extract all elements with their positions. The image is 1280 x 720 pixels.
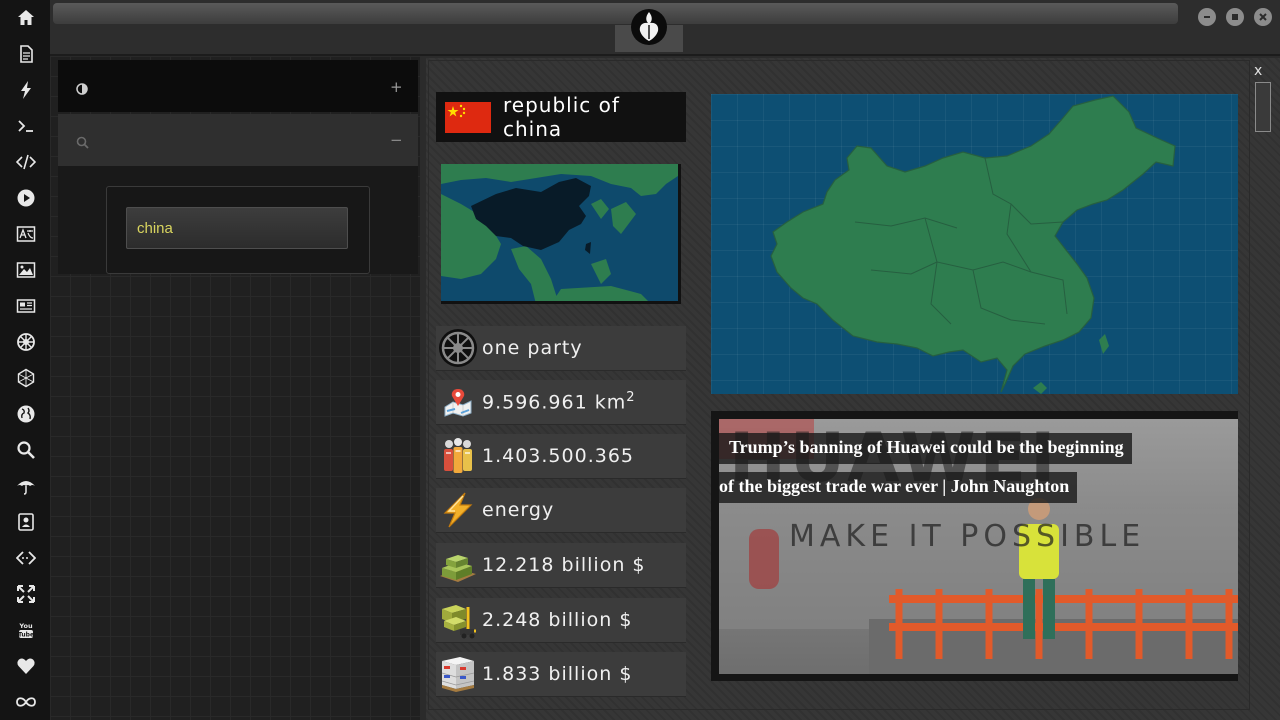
imports-text: 1.833 billion $ [482, 663, 633, 685]
translate-icon[interactable] [13, 223, 39, 245]
play-icon[interactable] [13, 187, 39, 209]
news-headline-line1[interactable]: Trump’s banning of Huawei could be the b… [719, 433, 1132, 464]
china-flag-icon [445, 101, 491, 133]
search-icon[interactable] [13, 439, 39, 461]
population-icon [436, 434, 480, 478]
title-bar[interactable] [53, 3, 1178, 24]
umbrella-icon[interactable] [13, 475, 39, 497]
icon-sidebar: You Tube [0, 0, 50, 720]
news-bg-slogan: MAKE IT POSSIBLE [789, 519, 1146, 554]
svg-text:Tube: Tube [18, 631, 34, 638]
expand-button[interactable]: + [390, 78, 403, 96]
rebel-alliance-logo-icon[interactable] [630, 8, 668, 46]
contacts-icon[interactable] [13, 511, 39, 533]
terminal-icon[interactable] [13, 115, 39, 137]
news-headline-line2[interactable]: of the biggest trade war ever | John Nau… [719, 472, 1078, 503]
gdp-row: 12.218 billion $ [436, 543, 686, 588]
energy-row: energy [436, 488, 686, 533]
imports-row: 1.833 billion $ [436, 652, 686, 697]
energy-bolt-icon [436, 488, 480, 532]
country-search-input[interactable] [126, 207, 348, 249]
close-detail-button[interactable]: x [1254, 63, 1262, 79]
contrast-icon[interactable] [76, 80, 88, 99]
population-text: 1.403.500.365 [482, 445, 635, 467]
country-map[interactable] [711, 94, 1238, 394]
home-icon[interactable] [13, 7, 39, 29]
country-name: republic of china [503, 93, 620, 141]
close-button[interactable] [1254, 8, 1272, 26]
youtube-icon[interactable]: You Tube [13, 619, 39, 641]
empire-emblem-icon [436, 326, 480, 370]
maximize-button[interactable] [1226, 8, 1244, 26]
document-icon[interactable] [13, 43, 39, 65]
search-icon[interactable] [76, 134, 89, 153]
population-row: 1.403.500.365 [436, 434, 686, 479]
area-row: 9.596.961 km2 [436, 380, 686, 425]
area-unit-exponent: 2 [626, 390, 636, 406]
exchange-icon[interactable] [13, 547, 39, 569]
bolt-icon[interactable] [13, 79, 39, 101]
infinity-icon[interactable] [13, 691, 39, 713]
exports-text: 2.248 billion $ [482, 609, 633, 631]
energy-text: energy [482, 499, 555, 521]
forklift-crates-icon [436, 598, 480, 642]
area-value: 9.596.961 km [482, 391, 627, 414]
scrollbar-thumb[interactable] [1255, 82, 1271, 132]
area-text: 9.596.961 km2 [482, 390, 636, 413]
government-row: one party [436, 326, 686, 371]
newspaper-icon[interactable] [13, 295, 39, 317]
code-icon[interactable] [13, 151, 39, 173]
locator-map[interactable] [441, 164, 681, 304]
svg-text:You: You [18, 622, 33, 630]
gdp-text: 12.218 billion $ [482, 554, 646, 576]
image-icon[interactable] [13, 259, 39, 281]
panel-row-contrast: + [58, 60, 418, 112]
shipping-boxes-icon [436, 652, 480, 696]
minimize-button[interactable] [1198, 8, 1216, 26]
exports-row: 2.248 billion $ [436, 598, 686, 643]
map-pin-icon [436, 380, 480, 424]
fullscreen-icon[interactable] [13, 583, 39, 605]
panel-row-search: − [58, 114, 418, 166]
money-pallet-icon [436, 543, 480, 587]
heart-icon[interactable] [13, 655, 39, 677]
collapse-button[interactable]: − [390, 131, 403, 149]
globe-icon[interactable] [13, 403, 39, 425]
government-text: one party [482, 337, 583, 359]
country-header: republic of china [436, 92, 686, 142]
rebel-network-icon[interactable] [13, 367, 39, 389]
galactic-empire-icon[interactable] [13, 331, 39, 353]
